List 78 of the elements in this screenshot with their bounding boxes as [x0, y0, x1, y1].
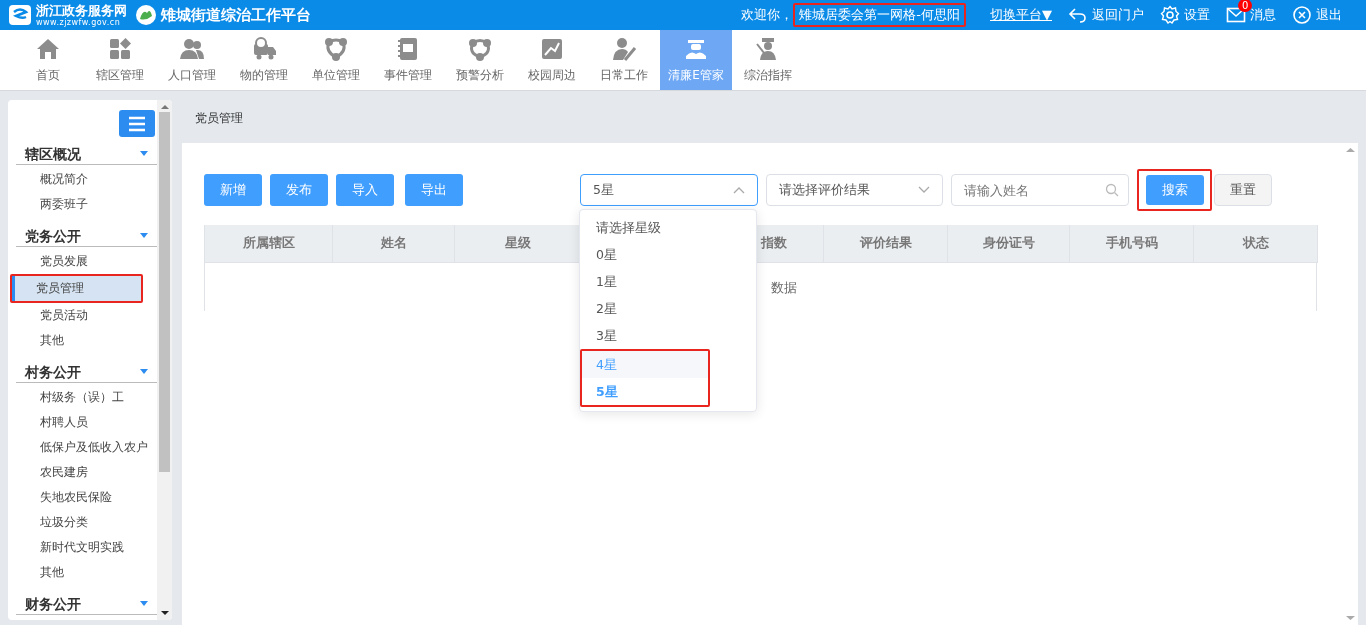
- back-arrow-icon: [1068, 5, 1088, 25]
- close-icon: [1292, 5, 1312, 25]
- result-select[interactable]: 请选择评价结果: [766, 174, 943, 206]
- settings-link[interactable]: 设置: [1160, 5, 1210, 25]
- caret-icon[interactable]: [139, 600, 149, 607]
- dropdown-option[interactable]: 2星: [580, 295, 756, 322]
- nav-tab[interactable]: 综治指挥: [732, 30, 804, 90]
- platform-title: 雉城街道综治工作平台: [161, 4, 311, 26]
- column-header: 手机号码: [1070, 225, 1194, 263]
- settings-icon: [1160, 5, 1180, 25]
- network-icon: [467, 36, 493, 62]
- sidebar-item[interactable]: 农民建房: [16, 460, 157, 485]
- sidebar-item[interactable]: 概况简介: [16, 167, 157, 192]
- nav-tab[interactable]: 预警分析: [444, 30, 516, 90]
- sidebar-item[interactable]: 村聘人员: [16, 410, 157, 435]
- nav-tab[interactable]: 单位管理: [300, 30, 372, 90]
- nav-tab[interactable]: 首页: [12, 30, 84, 90]
- network-icon: [323, 36, 349, 62]
- sidebar-item[interactable]: 新时代文明实践: [16, 535, 157, 560]
- user-pen-icon: [611, 36, 637, 62]
- column-header: 状态: [1194, 225, 1318, 263]
- nav-tab[interactable]: 人口管理: [156, 30, 228, 90]
- scroll-up-icon[interactable]: [1345, 147, 1355, 153]
- column-header: 姓名: [333, 225, 455, 263]
- logout-link[interactable]: 退出: [1292, 5, 1342, 25]
- nav-tab[interactable]: 物的管理: [228, 30, 300, 90]
- sidebar-item[interactable]: 其他: [16, 560, 157, 585]
- sidebar-item[interactable]: 党员发展: [16, 249, 157, 274]
- sidebar-group-title: 辖区概况: [25, 144, 81, 163]
- sidebar-group-title: 村务公开: [25, 362, 81, 381]
- sidebar-group-title: 党务公开: [25, 226, 81, 245]
- portal-name: 浙江政务服务网: [36, 3, 127, 18]
- chevron-icon: [733, 186, 745, 194]
- search-icon: [1105, 183, 1119, 197]
- name-field[interactable]: 请输入姓名: [951, 174, 1129, 206]
- column-header: 身份证号: [948, 225, 1070, 263]
- caret-icon[interactable]: [139, 150, 149, 157]
- home-icon: [35, 36, 61, 62]
- menu-toggle-button[interactable]: [119, 110, 155, 137]
- dropdown-option[interactable]: 3星: [580, 322, 756, 349]
- nav-tab[interactable]: 校园周边: [516, 30, 588, 90]
- sidebar-item[interactable]: 党员活动: [16, 303, 157, 328]
- sidebar-item[interactable]: 两委班子: [16, 192, 157, 217]
- caret-icon[interactable]: [139, 368, 149, 375]
- reset-button[interactable]: 重置: [1214, 174, 1272, 206]
- welcome-text: 欢迎你，: [741, 6, 794, 25]
- nav-tab[interactable]: 辖区管理: [84, 30, 156, 90]
- scrollbar[interactable]: [157, 100, 172, 620]
- sidebar-item[interactable]: 村级务（误）工: [16, 385, 157, 410]
- chevron-icon: [918, 186, 930, 194]
- sidebar-group-title: 财务公开: [25, 594, 81, 613]
- empty-text: 数据: [771, 279, 797, 297]
- tiles-icon: [107, 36, 133, 62]
- user-name: 雉城居委会第一网格-何思阳: [799, 7, 960, 23]
- sidebar-item[interactable]: 失地农民保险: [16, 485, 157, 510]
- portal-logo-icon: [8, 4, 32, 26]
- breadcrumb: 党员管理: [195, 110, 243, 127]
- menu-icon: [128, 115, 146, 132]
- scroll-down-icon[interactable]: [160, 610, 169, 616]
- column-header: 所属辖区: [205, 225, 333, 263]
- people-icon: [179, 36, 205, 62]
- scroll-up-icon[interactable]: [160, 104, 169, 110]
- portal-url: www.zjzwfw.gov.cn: [36, 17, 122, 27]
- nav-tab[interactable]: 日常工作: [588, 30, 660, 90]
- truck-icon: [251, 36, 277, 62]
- sidebar-item[interactable]: 垃圾分类: [16, 510, 157, 535]
- column-header: 星级: [455, 225, 581, 263]
- dropdown-option[interactable]: 1星: [580, 268, 756, 295]
- switch-platform-link[interactable]: 切换平台▼: [990, 5, 1052, 25]
- sidebar-item[interactable]: 低保户及低收入农户: [16, 435, 157, 460]
- nav-tab[interactable]: 事件管理: [372, 30, 444, 90]
- sidebar-item[interactable]: 党员管理: [12, 276, 141, 301]
- column-header: 评价结果: [824, 225, 948, 263]
- star-level-select[interactable]: 5星: [580, 174, 758, 206]
- back-link[interactable]: 返回门户: [1068, 5, 1144, 25]
- sidebar-item[interactable]: 其他: [16, 328, 157, 353]
- caret-icon[interactable]: [139, 232, 149, 239]
- platform-logo-icon: [135, 4, 157, 26]
